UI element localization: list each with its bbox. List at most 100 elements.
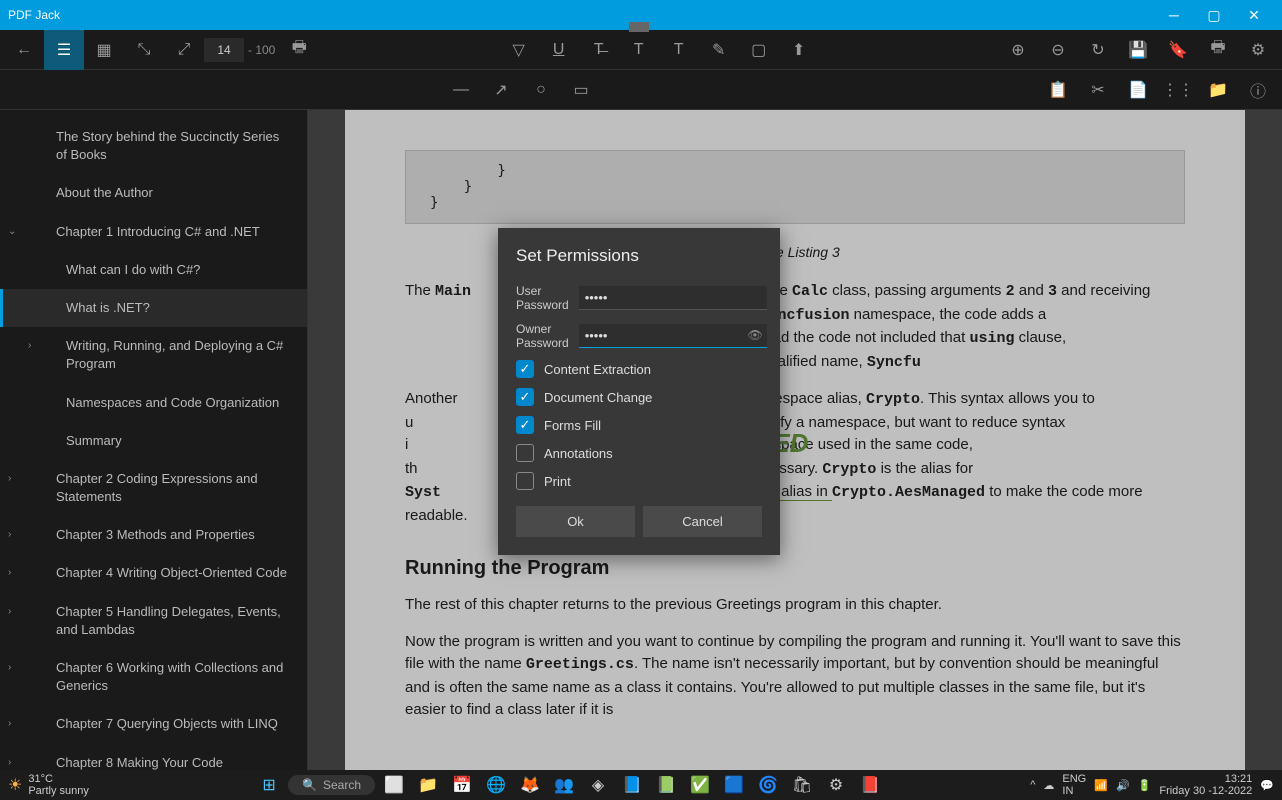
sidebar-item[interactable]: ›Chapter 4 Writing Object-Oriented Code <box>0 554 307 592</box>
document-viewport[interactable]: } } } Code Listing 3 The Main thod of th… <box>308 110 1282 770</box>
paste-button[interactable]: 📄 <box>1118 70 1158 110</box>
checkbox-row[interactable]: ✓Document Change <box>516 388 762 406</box>
sidebar-item[interactable]: ›Chapter 6 Working with Collections and … <box>0 649 307 705</box>
document-change-checkbox[interactable]: ✓ <box>516 388 534 406</box>
sidebar-item[interactable]: ›Chapter 3 Methods and Properties <box>0 516 307 554</box>
sidebar-item[interactable]: Namespaces and Code Organization <box>0 384 307 422</box>
chevron-up-icon[interactable]: ^ <box>1030 779 1035 791</box>
checkbox-row[interactable]: ✓Content Extraction <box>516 360 762 378</box>
outline-sidebar[interactable]: The Story behind the Succinctly Series o… <box>0 110 308 770</box>
sidebar-item[interactable]: ›Chapter 2 Coding Expressions and Statem… <box>0 460 307 516</box>
print-button[interactable]: 🖶 <box>279 30 319 70</box>
system-tray[interactable]: ^ ☁ ENGIN 📶 🔊 🔋 13:21 Friday 30 -12-2022… <box>1030 773 1274 797</box>
sidebar-item[interactable]: ›Writing, Running, and Deploying a C# Pr… <box>0 327 307 383</box>
sidebar-item[interactable]: ⌄Chapter 1 Introducing C# and .NET <box>0 213 307 251</box>
thumbnails-button[interactable]: ▦ <box>84 30 124 70</box>
cut-button[interactable]: ✂ <box>1078 70 1118 110</box>
battery-icon[interactable]: 🔋 <box>1138 779 1152 792</box>
search-icon: 🔍 <box>302 778 317 792</box>
arrow-tool[interactable]: ↗ <box>481 70 521 110</box>
teams-icon[interactable]: 👥 <box>549 772 579 798</box>
more-button[interactable]: ⋮⋮ <box>1158 70 1198 110</box>
edge-icon[interactable]: 🌀 <box>753 772 783 798</box>
todo-icon[interactable]: ✅ <box>685 772 715 798</box>
annotations-checkbox[interactable] <box>516 444 534 462</box>
print-button-2[interactable]: 🖶 <box>1198 30 1238 70</box>
content-extraction-checkbox[interactable]: ✓ <box>516 360 534 378</box>
line-tool[interactable]: — <box>441 70 481 110</box>
fit-width-button[interactable]: ⤡ <box>124 30 164 70</box>
info-button[interactable]: ⓘ <box>1238 70 1278 110</box>
note-tool[interactable]: ▢ <box>739 30 779 70</box>
dialog-title: Set Permissions <box>516 246 762 266</box>
chevron-right-icon: › <box>8 756 11 770</box>
copy-button[interactable]: 📋 <box>1038 70 1078 110</box>
start-button[interactable]: ⊞ <box>254 772 284 798</box>
clock[interactable]: 13:21 Friday 30 -12-2022 <box>1159 773 1252 797</box>
outline-toggle-button[interactable]: ☰ <box>44 30 84 70</box>
forms-fill-checkbox[interactable]: ✓ <box>516 416 534 434</box>
page-number-input[interactable] <box>204 38 244 62</box>
owner-password-input[interactable] <box>579 324 767 348</box>
settings-icon[interactable]: ⚙ <box>821 772 851 798</box>
firefox-icon[interactable]: 🦊 <box>515 772 545 798</box>
chevron-right-icon: › <box>8 472 11 486</box>
taskbar: ☀ 31°C Partly sunny ⊞ 🔍Search ⬜ 📁 📅 🌐 🦊 … <box>0 770 1282 800</box>
sidebar-item-active[interactable]: What is .NET? <box>0 289 307 327</box>
save-button[interactable]: 💾 <box>1118 30 1158 70</box>
text-tool[interactable]: T <box>659 30 699 70</box>
weather-widget[interactable]: ☀ 31°C Partly sunny <box>8 773 109 797</box>
ok-button[interactable]: Ok <box>516 506 635 537</box>
folder-button[interactable]: 📁 <box>1198 70 1238 110</box>
strikethrough-tool[interactable]: T̶ <box>579 30 619 70</box>
zoom-in-button[interactable]: ⊕ <box>998 30 1038 70</box>
sidebar-item[interactable]: ›Chapter 5 Handling Delegates, Events, a… <box>0 593 307 649</box>
close-button[interactable]: ✕ <box>1234 0 1274 30</box>
circle-tool[interactable]: ○ <box>521 70 561 110</box>
word-icon[interactable]: 📘 <box>617 772 647 798</box>
sidebar-item[interactable]: Summary <box>0 422 307 460</box>
wifi-icon[interactable]: 📶 <box>1094 779 1108 792</box>
sidebar-item[interactable]: ›Chapter 8 Making Your Code <box>0 744 307 770</box>
checkbox-row[interactable]: ✓Forms Fill <box>516 416 762 434</box>
pdf-icon[interactable]: 📕 <box>855 772 885 798</box>
bookmark-button[interactable]: 🔖 <box>1158 30 1198 70</box>
vscode-icon[interactable]: 🟦 <box>719 772 749 798</box>
eye-icon[interactable]: 👁 <box>747 328 762 342</box>
vs-icon[interactable]: ◈ <box>583 772 613 798</box>
chrome-icon[interactable]: 🌐 <box>481 772 511 798</box>
calendar-icon[interactable]: 📅 <box>447 772 477 798</box>
chevron-right-icon: › <box>8 717 11 731</box>
excel-icon[interactable]: 📗 <box>651 772 681 798</box>
settings-button[interactable]: ⚙ <box>1238 30 1278 70</box>
sidebar-item[interactable]: About the Author <box>0 174 307 212</box>
store-icon[interactable]: 🛍 <box>787 772 817 798</box>
checkbox-row[interactable]: Print <box>516 472 762 490</box>
checkbox-row[interactable]: Annotations <box>516 444 762 462</box>
highlight-tool[interactable]: ▽ <box>499 30 539 70</box>
sidebar-item[interactable]: The Story behind the Succinctly Series o… <box>0 118 307 174</box>
rectangle-tool[interactable]: ▭ <box>561 70 601 110</box>
user-password-input[interactable] <box>579 286 767 310</box>
underline-tool[interactable]: U <box>539 30 579 70</box>
onedrive-icon[interactable]: ☁ <box>1043 779 1054 792</box>
cancel-button[interactable]: Cancel <box>643 506 762 537</box>
back-button[interactable]: ← <box>4 30 44 70</box>
fit-page-button[interactable]: ⤢ <box>164 30 204 70</box>
ink-tool[interactable]: ✎ <box>699 30 739 70</box>
print-checkbox[interactable] <box>516 472 534 490</box>
explorer-icon[interactable]: 📁 <box>413 772 443 798</box>
stamp-tool[interactable]: ⬆ <box>779 30 819 70</box>
task-view-icon[interactable]: ⬜ <box>379 772 409 798</box>
page-total-label: - 100 <box>244 43 279 57</box>
notifications-icon[interactable]: 💬 <box>1260 779 1274 792</box>
maximize-button[interactable]: ▢ <box>1194 0 1234 30</box>
zoom-out-button[interactable]: ⊖ <box>1038 30 1078 70</box>
volume-icon[interactable]: 🔊 <box>1116 779 1130 792</box>
sidebar-item[interactable]: ›Chapter 7 Querying Objects with LINQ <box>0 705 307 743</box>
sidebar-item[interactable]: What can I do with C#? <box>0 251 307 289</box>
minimize-button[interactable]: ─ <box>1154 0 1194 30</box>
rotate-button[interactable]: ↻ <box>1078 30 1118 70</box>
squiggly-tool[interactable]: T <box>619 30 659 70</box>
search-box[interactable]: 🔍Search <box>288 775 375 795</box>
